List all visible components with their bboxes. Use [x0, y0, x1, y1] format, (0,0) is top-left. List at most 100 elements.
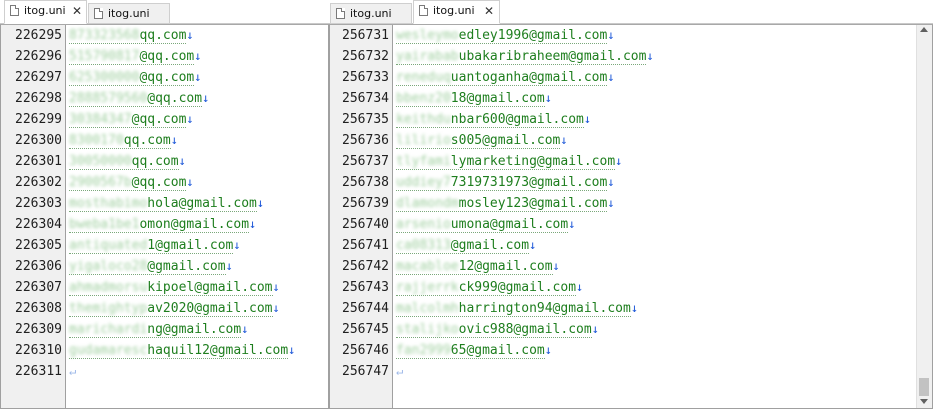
email-visible-part: qq.com — [139, 28, 187, 43]
line-number: 226300 — [15, 133, 62, 148]
email-visible-part: uantoganha@gmail.com — [450, 70, 608, 85]
right-tab-active[interactable]: itog.uni ✕ — [413, 0, 500, 24]
close-icon[interactable]: ✕ — [483, 1, 495, 21]
line-end-arrow-icon: ↓ — [583, 112, 592, 126]
left-tab-active[interactable]: itog.uni ✕ — [4, 0, 87, 24]
email-visible-part: @qq.com — [131, 175, 187, 190]
line-number: 256736 — [342, 133, 389, 148]
line-content: tlyfamilymarketing@gmail.com↓ — [396, 151, 622, 172]
line-content: yairababubakaribraheem@gmail.com↓ — [396, 46, 654, 67]
email-address: 873323568qq.com — [69, 28, 187, 44]
line-content: ca08313@gmail.com↓ — [396, 235, 536, 256]
vertical-scrollbar[interactable] — [916, 25, 932, 408]
email-address: 2888579560@qq.com — [69, 91, 203, 107]
editor-line: 256745 stalijkoovic988@gmail.com↓ — [330, 319, 932, 340]
line-content: maricharding@gmail.com↓ — [69, 319, 248, 340]
redacted-text: 30384347 — [69, 112, 132, 127]
line-end-arrow-icon: ↓ — [544, 91, 552, 105]
email-address: uddiey77319731973@gmail.com — [396, 175, 608, 191]
email-address: yairababubakaribraheem@gmail.com — [396, 49, 647, 65]
line-number: 256741 — [342, 238, 389, 253]
editor-line: 256741 ca08313@gmail.com↓ — [330, 235, 932, 256]
redacted-text: malcolmh — [396, 301, 459, 316]
email-visible-part: umona@gmail.com — [450, 217, 569, 232]
line-end-arrow-icon: ↓ — [233, 238, 241, 252]
email-visible-part: 7319731973@gmail.com — [450, 175, 608, 190]
email-address: 8300170qq.com — [69, 133, 171, 149]
email-address: ca08313@gmail.com — [396, 238, 530, 254]
email-visible-part: edley1996@gmail.com — [458, 28, 608, 43]
line-end-arrow-icon: ↓ — [256, 196, 265, 210]
line-content: stalijkoovic988@gmail.com↓ — [396, 319, 599, 340]
document-icon — [10, 5, 19, 16]
line-content: keithdunbar600@gmail.com↓ — [396, 109, 591, 130]
email-visible-part: 12@gmail.com — [458, 259, 553, 274]
redacted-text: 515790817 — [69, 49, 140, 64]
email-address: arsenioumona@gmail.com — [396, 217, 569, 233]
line-content: bbenz2018@gmail.com↓ — [396, 88, 552, 109]
redacted-text: reneduq — [396, 70, 451, 85]
redacted-text: yairabab — [396, 49, 459, 64]
right-editor-pane: itog.uni itog.uni ✕ 256731 wesleymoedley1… — [329, 0, 933, 409]
line-end-arrow-icon: ↓ — [607, 196, 615, 210]
line-end-arrow-icon: ↓ — [241, 322, 249, 336]
line-number: 256739 — [342, 196, 389, 211]
email-visible-part: @gmail.com — [450, 238, 530, 253]
editor-line: 226298 2888579560@qq.com↓ — [1, 88, 328, 109]
scrollbar-thumb[interactable] — [919, 378, 929, 396]
line-end-arrow-icon: ↓ — [607, 70, 615, 84]
line-number: 256731 — [342, 28, 389, 43]
redacted-text: dlamondm — [396, 196, 459, 211]
redacted-text: 873323568 — [69, 28, 140, 43]
editor-line: 226301 30050000qq.com↓ — [1, 151, 328, 172]
close-icon[interactable]: ✕ — [71, 1, 83, 21]
line-end-arrow-icon: ↓ — [202, 91, 210, 105]
redacted-text: 30050000 — [69, 154, 132, 169]
end-of-file-icon: ↵ — [69, 364, 77, 378]
editor-line: 226309 maricharding@gmail.com↓ — [1, 319, 328, 340]
editor-line: 226299 30384347@qq.com↓ — [1, 109, 328, 130]
email-visible-part: qq.com — [131, 154, 179, 169]
scroll-up-arrow-icon[interactable] — [920, 27, 928, 32]
line-end-arrow-icon: ↓ — [529, 238, 537, 252]
editor-line: 256747 ↵ — [330, 361, 932, 382]
line-end-arrow-icon: ↓ — [225, 259, 233, 273]
email-visible-part: haquil12@gmail.com — [147, 343, 289, 358]
editor-line: 226300 8300170qq.com↓ — [1, 130, 328, 151]
document-icon — [419, 5, 428, 16]
line-number: 256747 — [342, 364, 389, 379]
line-number: 256743 — [342, 280, 389, 295]
email-visible-part: qq.com — [123, 133, 171, 148]
line-number: 256742 — [342, 259, 389, 274]
email-address: macabloe12@gmail.com — [396, 259, 553, 275]
left-text-editor[interactable]: 226295 873323568qq.com↓ 226296 515790817@qq… — [0, 24, 329, 409]
line-end-arrow-icon: ↓ — [615, 154, 623, 168]
email-visible-part: av2020@gmail.com — [147, 301, 273, 316]
editor-line: 256735 keithdunbar600@gmail.com↓ — [330, 109, 932, 130]
redacted-text: fan2999 — [396, 343, 451, 358]
email-address: keithdunbar600@gmail.com — [396, 112, 584, 128]
email-visible-part: mosley123@gmail.com — [458, 196, 608, 211]
email-address: dlamondmmosley123@gmail.com — [396, 196, 608, 212]
redacted-text: marichardi — [69, 322, 148, 337]
line-content: 2900567b@qq.com↓ — [69, 172, 194, 193]
redacted-text: antiquated — [69, 238, 148, 253]
line-content: 30050000qq.com↓ — [69, 151, 186, 172]
document-icon — [336, 8, 345, 19]
email-visible-part: harrington94@gmail.com — [458, 301, 631, 316]
line-end-arrow-icon: ↓ — [560, 133, 568, 147]
email-visible-part: @gmail.com — [147, 259, 226, 274]
right-tab-inactive[interactable]: itog.uni — [330, 3, 412, 24]
email-address: 30384347@qq.com — [69, 112, 187, 128]
email-address: 2900567b@qq.com — [69, 175, 187, 191]
line-number: 226296 — [15, 49, 62, 64]
editor-line: 226302 2900567b@qq.com↓ — [1, 172, 328, 193]
right-text-editor[interactable]: 256731 wesleymoedley1996@gmail.com↓ 256732… — [329, 24, 933, 409]
left-tab-inactive[interactable]: itog.uni — [88, 3, 170, 24]
line-number: 226310 — [15, 343, 62, 358]
line-number: 226299 — [15, 112, 62, 127]
email-visible-part: kipoel@gmail.com — [147, 280, 273, 295]
scroll-down-arrow-icon[interactable] — [920, 399, 928, 404]
email-address: mosthabimohola@gmail.com — [69, 196, 257, 212]
line-end-arrow-icon: ↓ — [646, 49, 654, 63]
